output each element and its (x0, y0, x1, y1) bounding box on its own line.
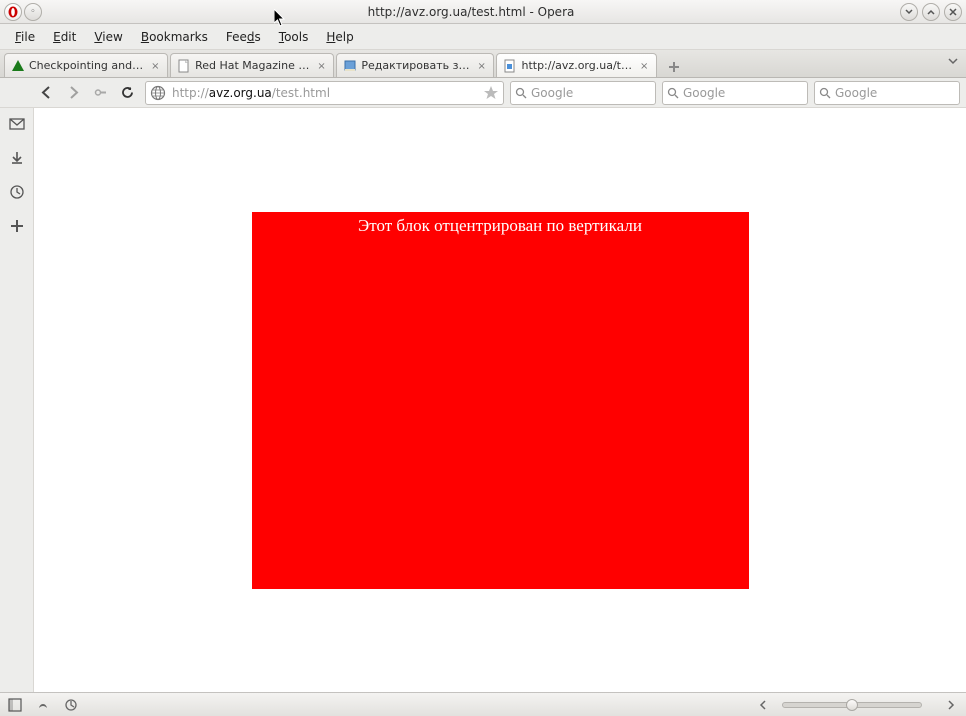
address-bar[interactable]: http://avz.org.ua/test.html (145, 81, 504, 105)
tab-3[interactable]: http://avz.org.ua/t… × (496, 53, 657, 77)
book-icon (343, 59, 357, 73)
menu-bookmarks[interactable]: Bookmarks (132, 27, 217, 47)
tab-1[interactable]: Red Hat Magazine … × (170, 53, 334, 77)
menu-file[interactable]: File (6, 27, 44, 47)
search-placeholder: Google (531, 86, 573, 100)
menu-tools[interactable]: Tools (270, 27, 318, 47)
bookmark-star-icon[interactable] (483, 85, 499, 101)
panel-add-icon[interactable] (7, 216, 27, 236)
sync-icon[interactable] (34, 696, 52, 714)
search-box-3[interactable]: Google (814, 81, 960, 105)
back-button[interactable] (34, 82, 58, 104)
block-heading: Этот блок отцентрирован по вертикали (358, 216, 642, 235)
search-icon (515, 87, 527, 99)
close-icon[interactable]: × (317, 61, 327, 71)
chevron-left-icon[interactable] (754, 696, 772, 714)
nav-toolbar: http://avz.org.ua/test.html Google Googl… (0, 78, 966, 108)
pyramid-icon (11, 59, 25, 73)
menu-help[interactable]: Help (317, 27, 362, 47)
status-bar (0, 692, 966, 716)
wand-button[interactable] (88, 82, 112, 104)
panel-download-icon[interactable] (7, 148, 27, 168)
panels-toggle-icon[interactable] (6, 696, 24, 714)
menu-feeds[interactable]: Feeds (217, 27, 270, 47)
search-box-2[interactable]: Google (662, 81, 808, 105)
tabbar-right-controls (946, 54, 960, 71)
page-icon (177, 59, 191, 73)
page-viewport: Этот блок отцентрирован по вертикали (34, 108, 966, 692)
search-box-1[interactable]: Google (510, 81, 656, 105)
search-icon (819, 87, 831, 99)
minimize-button[interactable] (900, 3, 918, 21)
search-placeholder: Google (835, 86, 877, 100)
panel-mail-icon[interactable] (7, 114, 27, 134)
tab-0[interactable]: Checkpointing and… × (4, 53, 168, 77)
url-text: http://avz.org.ua/test.html (172, 86, 477, 100)
main-area: Этот блок отцентрирован по вертикали (0, 108, 966, 692)
zoom-slider[interactable] (782, 702, 922, 708)
menu-edit[interactable]: Edit (44, 27, 85, 47)
opera-app-icon[interactable] (4, 3, 22, 21)
globe-icon (150, 85, 166, 101)
menu-bar: File Edit View Bookmarks Feeds Tools Hel… (0, 24, 966, 50)
close-button[interactable] (944, 3, 962, 21)
tab-bar: Checkpointing and… × Red Hat Magazine … … (0, 50, 966, 78)
close-icon[interactable]: × (477, 61, 487, 71)
tab-2[interactable]: Редактировать з… × (336, 53, 494, 77)
centered-block: Этот блок отцентрирован по вертикали (252, 212, 749, 589)
titlebar-left: ◦ (4, 3, 42, 21)
panel-history-icon[interactable] (7, 182, 27, 202)
tab-label: Редактировать з… (361, 59, 469, 72)
close-icon[interactable]: × (151, 61, 161, 71)
tab-label: http://avz.org.ua/t… (521, 59, 632, 72)
window-title: http://avz.org.ua/test.html - Opera (42, 5, 900, 19)
reload-button[interactable] (115, 82, 139, 104)
zoom-thumb[interactable] (846, 699, 858, 711)
tab-label: Red Hat Magazine … (195, 59, 309, 72)
window-titlebar: ◦ http://avz.org.ua/test.html - Opera (0, 0, 966, 24)
menu-view[interactable]: View (85, 27, 131, 47)
titlebar-right (900, 3, 962, 21)
search-icon (667, 87, 679, 99)
side-panel (0, 108, 34, 692)
forward-button[interactable] (61, 82, 85, 104)
turbo-icon[interactable] (62, 696, 80, 714)
nav-buttons (34, 82, 139, 104)
close-icon[interactable]: × (640, 61, 650, 71)
search-placeholder: Google (683, 86, 725, 100)
new-tab-button[interactable] (663, 57, 685, 77)
tab-label: Checkpointing and… (29, 59, 143, 72)
titlebar-secondary-icon[interactable]: ◦ (24, 3, 42, 21)
tab-overflow-button[interactable] (946, 54, 960, 71)
chevron-right-icon[interactable] (942, 696, 960, 714)
maximize-button[interactable] (922, 3, 940, 21)
page-icon (503, 59, 517, 73)
